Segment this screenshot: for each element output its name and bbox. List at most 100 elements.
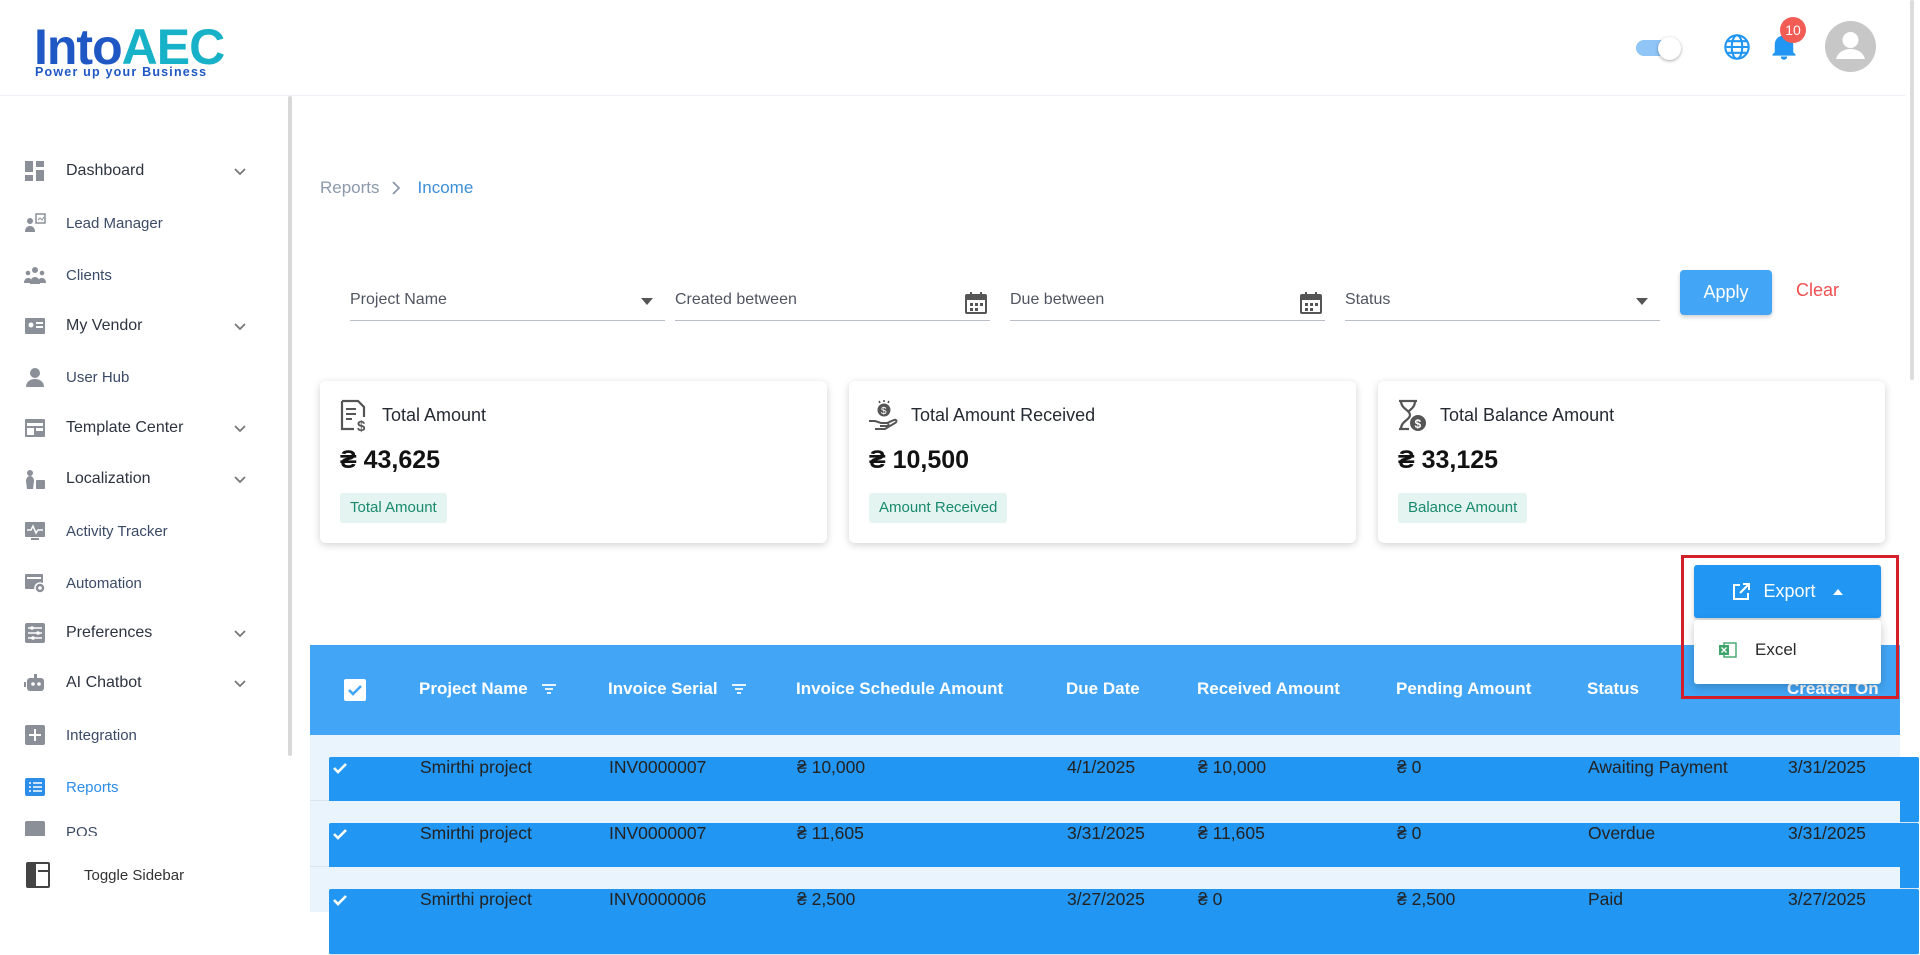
apply-button[interactable]: Apply	[1680, 270, 1772, 315]
brand-logo[interactable]: IntoAEC Power up your Business	[34, 12, 225, 80]
table-row[interactable]: Smirthi project INV0000007 ₴ 11,605 3/31…	[310, 801, 1919, 889]
activity-icon	[25, 522, 45, 540]
sort-icon[interactable]	[541, 683, 556, 695]
cell-pending-amount: ₴ 0	[1397, 757, 1422, 777]
avatar[interactable]	[1825, 21, 1876, 72]
chevron-down-icon	[234, 680, 246, 688]
logo-tagline: Power up your Business	[35, 65, 208, 79]
reports-icon	[25, 778, 45, 796]
sidebar-item-activity-tracker[interactable]: Activity Tracker	[24, 514, 264, 548]
notification-badge: 10	[1780, 17, 1806, 43]
toggle-sidebar-button[interactable]: Toggle Sidebar	[26, 862, 184, 888]
column-header-status[interactable]: Status	[1587, 679, 1639, 699]
preferences-icon	[25, 623, 45, 643]
checkmark-icon	[333, 763, 347, 774]
card-title: Total Balance Amount	[1440, 405, 1615, 425]
sidebar-item-clients[interactable]: Clients	[24, 258, 264, 292]
sidebar-item-dashboard[interactable]: Dashboard	[24, 154, 264, 188]
card-chip: Total Amount	[340, 493, 447, 523]
cell-schedule-amount: ₴ 10,000	[797, 757, 866, 777]
checkmark-icon	[333, 895, 347, 906]
chevron-down-icon	[234, 476, 246, 484]
column-label: Project Name	[419, 679, 528, 698]
sidebar-item-label: Localization	[66, 470, 151, 487]
cell-project-name: Smirthi project	[420, 757, 532, 777]
created-between-field[interactable]: Created between	[675, 285, 990, 321]
cell-pending-amount: ₴ 2,500	[1397, 889, 1456, 909]
sidebar-item-reports[interactable]: Reports	[24, 770, 264, 804]
project-name-select[interactable]: Project Name	[350, 285, 665, 321]
column-header-pending-amount[interactable]: Pending Amount	[1396, 679, 1531, 699]
status-label: Status	[1345, 291, 1391, 308]
status-select[interactable]: Status	[1345, 285, 1660, 321]
sidebar-item-integration[interactable]: Integration	[24, 718, 264, 752]
sidebar-item-template-center[interactable]: Template Center	[24, 411, 264, 445]
sort-icon[interactable]	[731, 683, 746, 695]
select-all-checkbox[interactable]	[344, 679, 366, 701]
cell-invoice-serial: INV0000007	[609, 757, 707, 777]
sidebar-scrollbar[interactable]	[288, 96, 292, 756]
cell-received-amount: ₴ 10,000	[1198, 757, 1267, 777]
sidebar-item-my-vendor[interactable]: My Vendor	[24, 309, 264, 343]
card-chip: Balance Amount	[1398, 493, 1528, 523]
sidebar-item-label: Reports	[66, 778, 119, 796]
sidebar-item-label: My Vendor	[66, 317, 143, 334]
calendar-icon[interactable]	[964, 291, 988, 315]
column-header-project-name[interactable]: Project Name	[419, 679, 556, 699]
main-scrollbar[interactable]	[1910, 0, 1914, 380]
due-between-field[interactable]: Due between	[1010, 285, 1325, 321]
column-header-due-date[interactable]: Due Date	[1066, 679, 1140, 699]
clear-button[interactable]: Clear	[1796, 280, 1839, 301]
column-label: Status	[1587, 679, 1639, 698]
project-name-label: Project Name	[350, 291, 447, 308]
table-row[interactable]: Smirthi project INV0000006 ₴ 2,500 3/27/…	[310, 867, 1919, 955]
sidebar-item-preferences[interactable]: Preferences	[24, 616, 264, 650]
hand-money-icon: $	[869, 400, 898, 430]
integration-icon	[25, 725, 45, 745]
sidebar-item-user-hub[interactable]: User Hub	[24, 360, 264, 394]
highlight-box	[1681, 555, 1899, 699]
card-value: ₴ 33,125	[1398, 446, 1499, 474]
sidebar-item-label: Template Center	[66, 419, 184, 436]
due-between-label: Due between	[1010, 291, 1105, 308]
theme-toggle[interactable]	[1636, 36, 1682, 60]
sidebar-item-label: Automation	[66, 574, 142, 592]
globe-icon[interactable]	[1723, 33, 1751, 61]
automation-icon	[25, 574, 46, 594]
template-icon	[25, 419, 45, 437]
table-header: Project Name Invoice Serial Invoice Sche…	[310, 645, 1900, 735]
cell-due-date: 4/1/2025	[1067, 757, 1136, 777]
sidebar-item-lead-manager[interactable]: Lead Manager	[24, 206, 264, 240]
chevron-down-icon	[234, 323, 246, 331]
cell-received-amount: ₴ 11,605	[1198, 823, 1265, 843]
sidebar-item-pos[interactable]: POS	[24, 820, 264, 836]
cell-schedule-amount: ₴ 2,500	[797, 889, 856, 909]
chevron-down-icon	[234, 425, 246, 433]
dashboard-icon	[25, 161, 44, 181]
hourglass-dollar-icon: $	[1399, 399, 1426, 431]
sidebar-item-label: Activity Tracker	[66, 522, 168, 540]
sidebar-item-ai-chatbot[interactable]: AI Chatbot	[24, 666, 264, 700]
cell-project-name: Smirthi project	[420, 823, 532, 843]
localization-icon	[26, 470, 45, 489]
cell-invoice-serial: INV0000006	[609, 889, 707, 909]
caret-down-icon	[641, 298, 653, 305]
sidebar-item-localization[interactable]: Localization	[24, 462, 264, 496]
chevron-down-icon	[234, 630, 246, 638]
column-label: Invoice Serial	[608, 679, 718, 698]
column-header-invoice-serial[interactable]: Invoice Serial	[608, 679, 746, 699]
created-between-label: Created between	[675, 291, 797, 308]
top-bar: IntoAEC Power up your Business 10	[0, 0, 1905, 96]
column-header-received-amount[interactable]: Received Amount	[1197, 679, 1340, 699]
breadcrumb-reports[interactable]: Reports	[320, 178, 380, 198]
clients-icon	[24, 267, 46, 284]
sidebar-item-automation[interactable]: Automation	[24, 566, 264, 600]
column-label: Invoice Schedule Amount	[796, 679, 1004, 698]
chevron-right-icon	[391, 181, 400, 195]
table-row[interactable]: Smirthi project INV0000007 ₴ 10,000 4/1/…	[310, 735, 1919, 823]
checkmark-icon	[333, 829, 347, 840]
calendar-icon[interactable]	[1299, 291, 1323, 315]
column-header-invoice-schedule-amount[interactable]: Invoice Schedule Amount	[796, 679, 1003, 699]
cell-status: Paid	[1588, 889, 1624, 909]
svg-text:$: $	[357, 418, 366, 433]
